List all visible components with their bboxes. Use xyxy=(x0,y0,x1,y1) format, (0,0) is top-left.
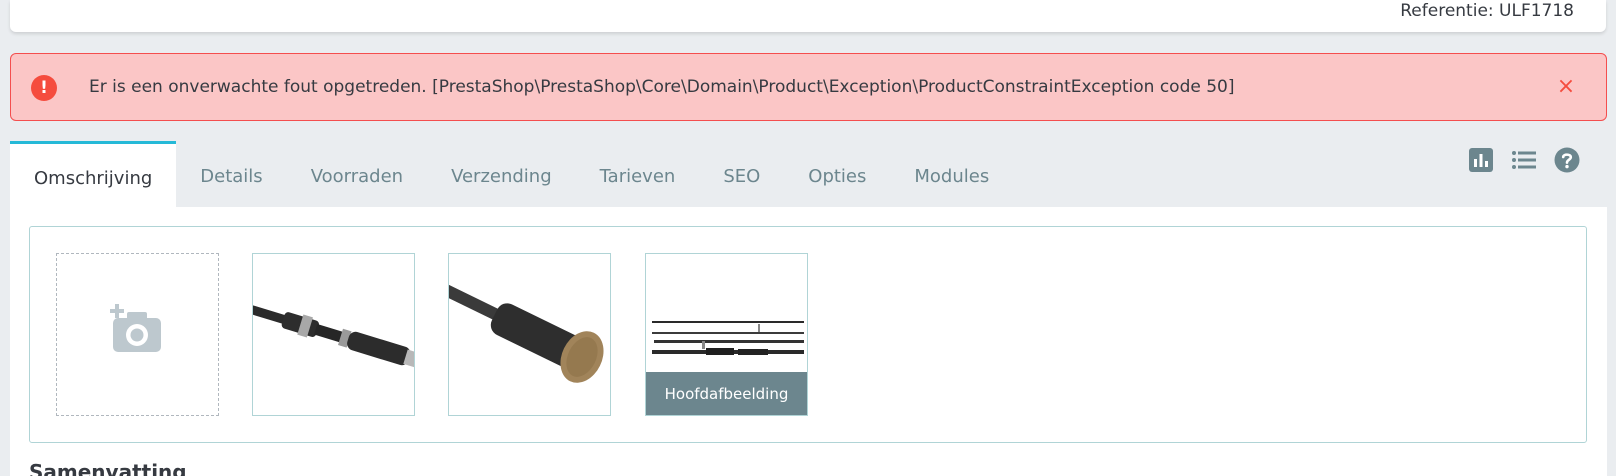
error-alert: ! Er is een onverwachte fout opgetreden.… xyxy=(10,53,1607,121)
exclamation-icon: ! xyxy=(31,75,57,101)
close-icon[interactable]: × xyxy=(1554,75,1578,99)
help-icon[interactable] xyxy=(1554,147,1580,173)
tab-modules[interactable]: Modules xyxy=(890,141,1013,207)
tab-details[interactable]: Details xyxy=(176,141,286,207)
add-photo-icon xyxy=(110,304,161,352)
product-image-thumb[interactable] xyxy=(448,253,611,416)
tab-tarieven[interactable]: Tarieven xyxy=(576,141,700,207)
tab-seo[interactable]: SEO xyxy=(699,141,784,207)
product-tabs: Omschrijving Details Voorraden Verzendin… xyxy=(10,141,1013,207)
rod-butt-image xyxy=(449,282,604,383)
tab-opties[interactable]: Opties xyxy=(784,141,890,207)
error-message: Er is een onverwachte fout opgetreden. [… xyxy=(89,77,1235,97)
description-panel: Hoofdafbeelding Samenvatting xyxy=(10,207,1607,476)
product-images: Hoofdafbeelding xyxy=(29,226,1587,443)
add-image-dropzone[interactable] xyxy=(56,253,219,416)
product-image-thumb[interactable]: Hoofdafbeelding xyxy=(645,253,808,416)
tab-voorraden[interactable]: Voorraden xyxy=(287,141,427,207)
product-image-thumb[interactable] xyxy=(252,253,415,416)
summary-heading: Samenvatting xyxy=(29,460,187,476)
product-header-card: Referentie: ULF1718 xyxy=(10,0,1606,32)
rod-handle-image xyxy=(253,303,414,368)
tab-verzending[interactable]: Verzending xyxy=(427,141,576,207)
product-reference: Referentie: ULF1718 xyxy=(1400,1,1574,21)
cover-image-label: Hoofdafbeelding xyxy=(646,372,807,415)
tab-omschrijving[interactable]: Omschrijving xyxy=(10,141,177,207)
toolbar-icons xyxy=(1468,147,1580,173)
list-icon[interactable] xyxy=(1511,147,1537,173)
stats-icon[interactable] xyxy=(1468,147,1494,173)
